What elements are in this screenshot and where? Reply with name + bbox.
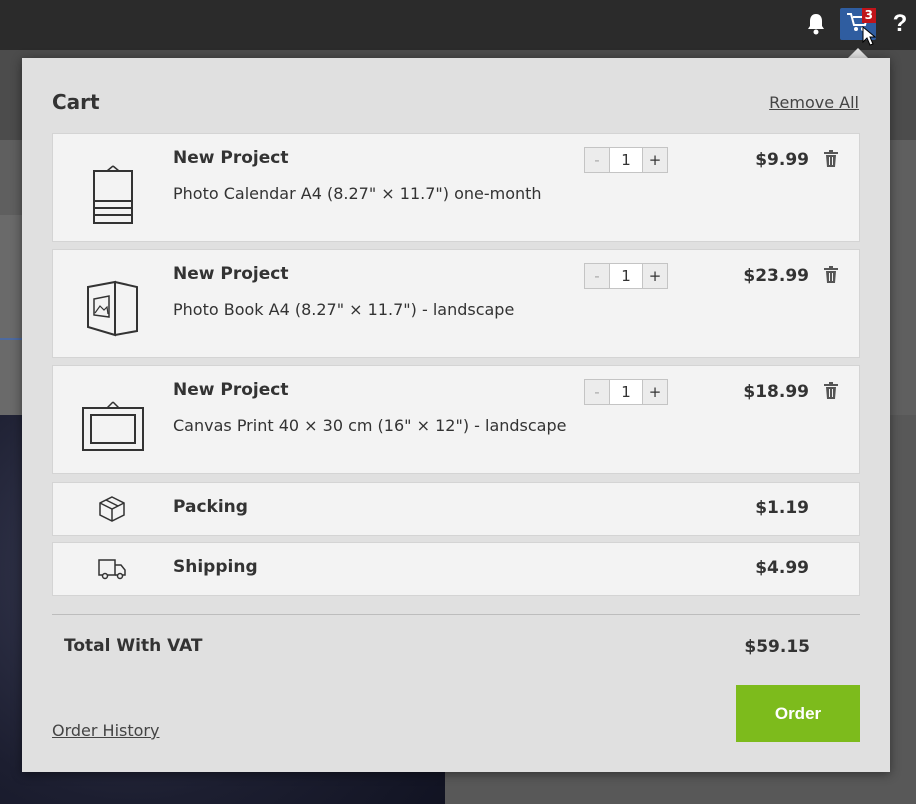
fee-price: $4.99 bbox=[755, 558, 809, 578]
fee-name: Shipping bbox=[173, 557, 258, 577]
trash-icon[interactable] bbox=[823, 382, 839, 400]
item-description: Photo Calendar A4 (8.27" × 11.7") one-mo… bbox=[173, 184, 542, 203]
cart-count-badge: 3 bbox=[861, 8, 876, 23]
decrease-quantity-button[interactable]: - bbox=[585, 380, 609, 404]
fee-name: Packing bbox=[173, 497, 248, 517]
decrease-quantity-button[interactable]: - bbox=[585, 264, 609, 288]
truck-icon bbox=[97, 555, 127, 583]
item-price: $23.99 bbox=[743, 266, 809, 286]
order-history-link[interactable]: Order History bbox=[52, 721, 159, 740]
total-value: $59.15 bbox=[744, 637, 810, 657]
cart-item: New Project Photo Book A4 (8.27" × 11.7"… bbox=[52, 249, 860, 358]
item-price: $9.99 bbox=[755, 150, 809, 170]
fee-price: $1.19 bbox=[755, 498, 809, 518]
quantity-stepper: - 1 + bbox=[584, 147, 668, 173]
quantity-value[interactable]: 1 bbox=[609, 264, 643, 288]
quantity-value[interactable]: 1 bbox=[609, 148, 643, 172]
bell-icon[interactable] bbox=[802, 8, 830, 40]
item-name: New Project bbox=[173, 380, 289, 400]
item-name: New Project bbox=[173, 148, 289, 168]
top-bar bbox=[0, 0, 916, 50]
increase-quantity-button[interactable]: + bbox=[643, 148, 667, 172]
cart-item: New Project Canvas Print 40 × 30 cm (16"… bbox=[52, 365, 860, 474]
total-divider bbox=[52, 614, 860, 615]
trash-icon[interactable] bbox=[823, 150, 839, 168]
trash-icon[interactable] bbox=[823, 266, 839, 284]
increase-quantity-button[interactable]: + bbox=[643, 264, 667, 288]
cart-title: Cart bbox=[52, 90, 100, 114]
calendar-icon bbox=[75, 154, 151, 234]
item-name: New Project bbox=[173, 264, 289, 284]
photo-book-icon bbox=[75, 270, 151, 350]
item-price: $18.99 bbox=[743, 382, 809, 402]
decrease-quantity-button[interactable]: - bbox=[585, 148, 609, 172]
packing-row: Packing $1.19 bbox=[52, 482, 860, 536]
mouse-cursor-icon bbox=[862, 25, 877, 50]
quantity-stepper: - 1 + bbox=[584, 379, 668, 405]
help-icon[interactable]: ? bbox=[888, 8, 912, 40]
cart-item: New Project Photo Calendar A4 (8.27" × 1… bbox=[52, 133, 860, 242]
order-button[interactable]: Order bbox=[736, 685, 860, 742]
total-label: Total With VAT bbox=[64, 636, 203, 656]
popup-arrow bbox=[848, 48, 868, 58]
box-icon bbox=[97, 495, 127, 523]
canvas-print-icon bbox=[75, 386, 151, 466]
quantity-value[interactable]: 1 bbox=[609, 380, 643, 404]
item-description: Photo Book A4 (8.27" × 11.7") - landscap… bbox=[173, 300, 515, 319]
item-description: Canvas Print 40 × 30 cm (16" × 12") - la… bbox=[173, 416, 567, 435]
cart-popup: Cart Remove All New Project Photo Calend… bbox=[22, 58, 890, 772]
quantity-stepper: - 1 + bbox=[584, 263, 668, 289]
increase-quantity-button[interactable]: + bbox=[643, 380, 667, 404]
shipping-row: Shipping $4.99 bbox=[52, 542, 860, 596]
remove-all-link[interactable]: Remove All bbox=[769, 93, 859, 112]
